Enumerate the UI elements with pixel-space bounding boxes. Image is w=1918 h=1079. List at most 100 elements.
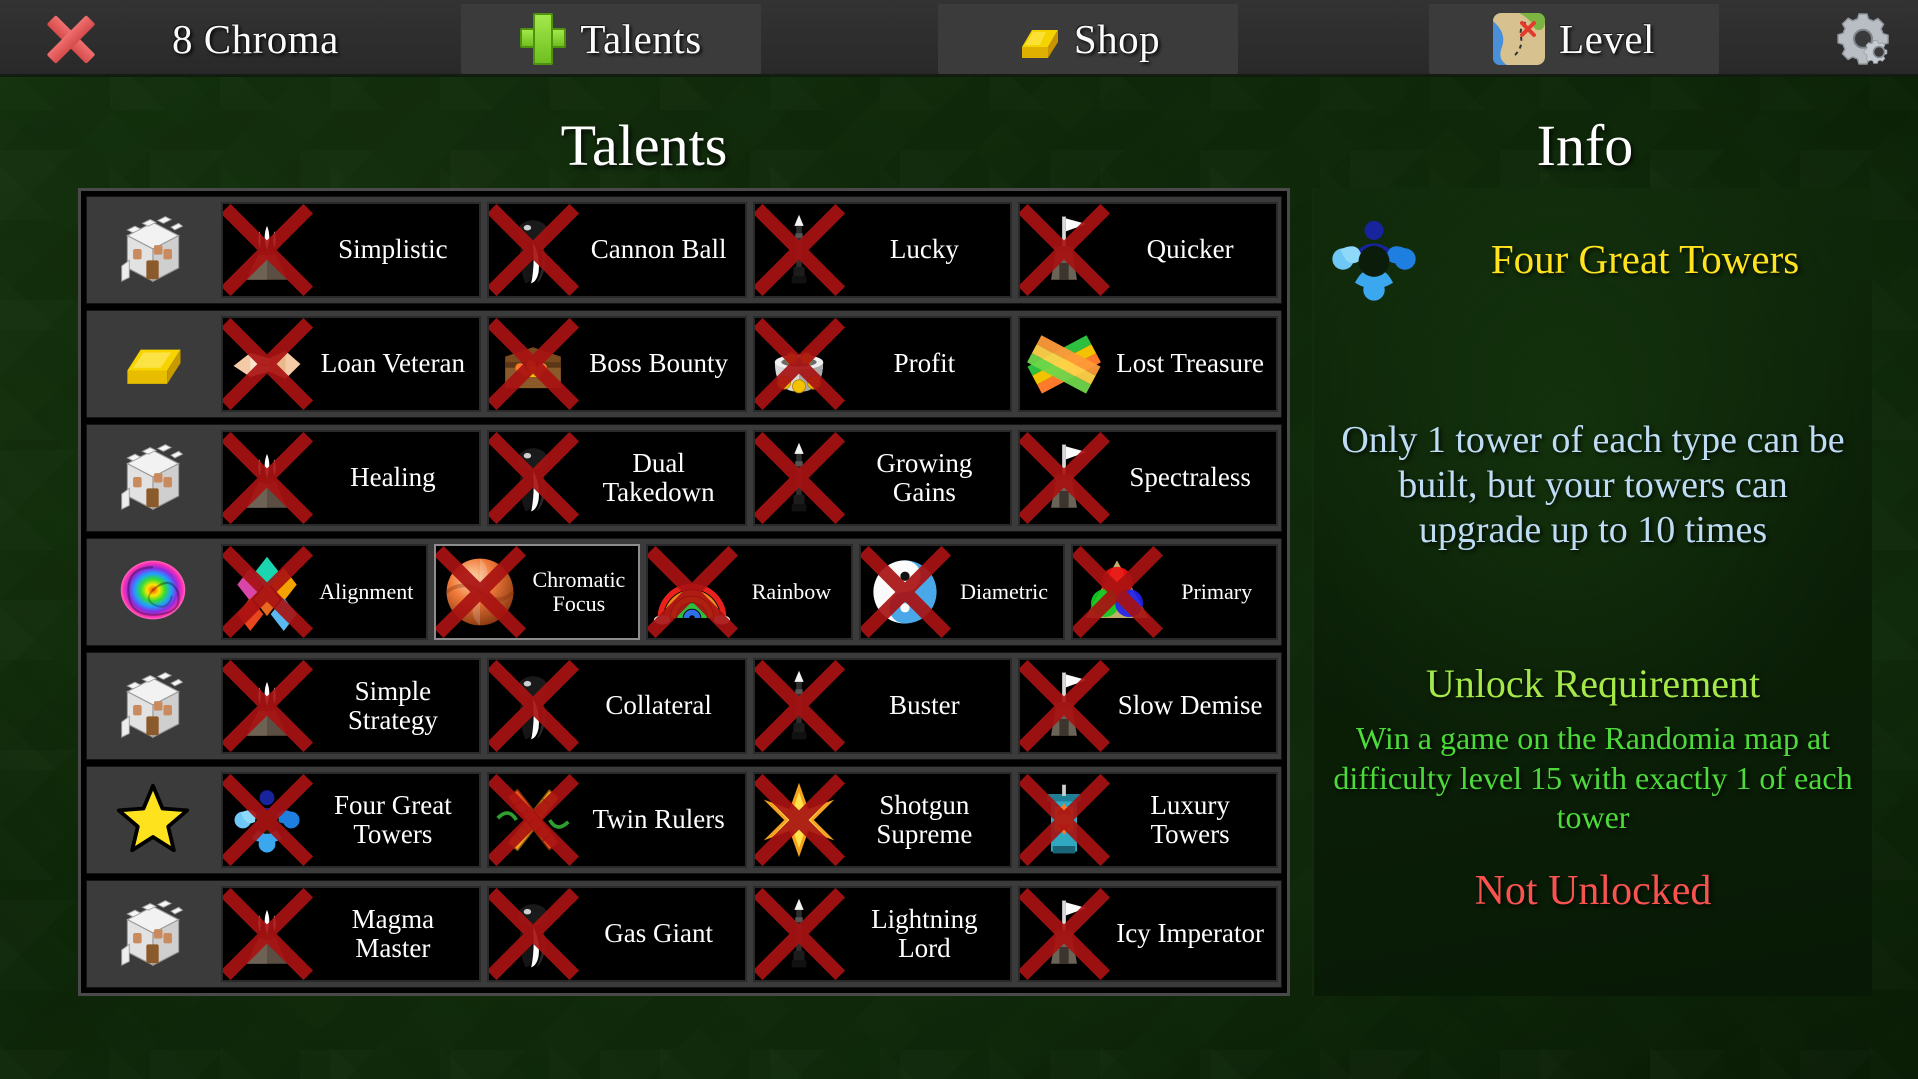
talent-label: Diametric [960, 579, 1049, 605]
talent-label: Cannon Ball [590, 234, 727, 265]
talent-cell[interactable]: Boss Bounty [486, 316, 747, 412]
rgb-circles-icon [1073, 546, 1164, 638]
dart-icon [754, 204, 845, 296]
talent-cell[interactable]: Primary [1071, 544, 1278, 640]
talent-cell[interactable]: Shotgun Supreme [752, 772, 1013, 868]
castle-icon [116, 439, 190, 517]
top-navigation-bar: 8 Chroma Talents Shop Level [0, 0, 1918, 77]
talent-label: Collateral [605, 690, 712, 721]
talent-cell[interactable]: Loan Veteran [221, 316, 481, 412]
talent-cell[interactable]: Lightning Lord [752, 886, 1013, 982]
talent-cell[interactable]: Four Great Towers [221, 772, 481, 868]
talent-label: Gas Giant [604, 918, 713, 949]
talent-cell[interactable]: Growing Gains [752, 430, 1013, 526]
volcano-icon [222, 888, 314, 980]
talent-cell[interactable]: Lucky [752, 202, 1013, 298]
talent-label: Alignment [319, 579, 414, 605]
gear-icon [1834, 8, 1896, 70]
talent-cell[interactable]: Magma Master [221, 886, 481, 982]
talent-cell[interactable]: Twin Rulers [486, 772, 747, 868]
flag-tower-icon [1020, 888, 1111, 980]
talent-label: Slow Demise [1117, 690, 1263, 721]
gold-bar-icon [116, 325, 190, 403]
flag-tower-icon [1020, 204, 1111, 296]
info-panel: Four Great Towers Only 1 tower of each t… [1312, 188, 1872, 996]
talent-cell[interactable]: Buster [752, 658, 1013, 754]
info-unlock-title: Unlock Requirement [1425, 661, 1761, 707]
talent-cell[interactable]: Spectraless [1018, 430, 1278, 526]
talent-row: Loan Veteran Boss Bounty Profit Lost Treasu… [86, 310, 1282, 418]
rainbow-spiral-icon [116, 553, 190, 631]
talent-cell[interactable]: Icy Imperator [1018, 886, 1278, 982]
gold-bar-icon [1016, 14, 1060, 64]
chroma-counter[interactable]: 8 Chroma [120, 4, 350, 74]
talent-grid: Simplistic Cannon Ball Lucky Quicker Loan Ve… [78, 188, 1290, 996]
talent-label: Quicker [1146, 234, 1234, 265]
talent-label: Four Great Towers [334, 789, 452, 849]
talent-label: Spectraless [1129, 462, 1251, 493]
cannonball-icon [488, 432, 579, 524]
talent-cell[interactable]: Diametric [858, 544, 1066, 640]
talent-label: Profit [893, 348, 956, 379]
talent-label: Healing [350, 462, 436, 493]
cannonball-icon [488, 204, 579, 296]
talent-row: Alignment Chromatic Focus Rainbow Diametric… [86, 538, 1282, 646]
talent-cell[interactable]: Rainbow [646, 544, 853, 640]
orange-sphere-icon [435, 546, 526, 638]
talent-cell[interactable]: Cannon Ball [486, 202, 747, 298]
talent-cell[interactable]: Luxury Towers [1018, 772, 1278, 868]
talent-label: Dual Takedown [602, 447, 715, 507]
green-plus-icon [520, 13, 567, 65]
talent-cell[interactable]: Lost Treasure [1018, 316, 1278, 412]
tab-shop-label: Shop [1073, 16, 1161, 62]
tab-shop[interactable]: Shop [938, 4, 1238, 74]
talent-label: Simple Strategy [347, 675, 438, 735]
talent-label: Primary [1181, 579, 1253, 605]
star-icon [116, 781, 190, 859]
talent-cell[interactable]: Profit [752, 316, 1013, 412]
talent-cell[interactable]: Quicker [1018, 202, 1278, 298]
talent-label: Lost Treasure [1116, 348, 1264, 379]
talent-cell[interactable]: Slow Demise [1018, 658, 1278, 754]
talent-row: Magma Master Gas Giant Lightning Lord Icy I… [86, 880, 1282, 988]
tab-level[interactable]: Level [1429, 4, 1719, 74]
row-category [87, 311, 218, 417]
tab-talents[interactable]: Talents [461, 4, 761, 74]
cannonball-icon [488, 888, 579, 980]
luxury-tower-icon [1020, 774, 1111, 866]
volcano-icon [222, 660, 314, 752]
close-x-icon [44, 12, 98, 66]
talent-row: Simplistic Cannon Ball Lucky Quicker [86, 196, 1282, 304]
diamond-cluster-icon [222, 546, 314, 638]
info-unlock-description: Win a game on the Randomia map at diffic… [1333, 720, 1853, 835]
talent-label: Rainbow [751, 579, 832, 605]
close-button[interactable] [28, 4, 114, 74]
flag-tower-icon [1020, 432, 1111, 524]
treasure-map-icon [1493, 13, 1546, 65]
talent-cell[interactable]: Chromatic Focus [433, 544, 641, 640]
settings-button[interactable] [1825, 4, 1905, 74]
talent-label: Chromatic Focus [532, 567, 626, 616]
talent-cell[interactable]: Gas Giant [486, 886, 747, 982]
row-category [87, 539, 218, 645]
talent-cell[interactable]: Dual Takedown [486, 430, 747, 526]
talent-label: Boss Bounty [589, 348, 729, 379]
status-badge: Not Unlocked [1474, 867, 1712, 914]
talent-cell[interactable]: Collateral [486, 658, 747, 754]
talent-cell[interactable]: Alignment [221, 544, 428, 640]
game-screen: 8 Chroma Talents Shop Level Talents Info… [0, 0, 1918, 1079]
talent-label: Twin Rulers [592, 804, 725, 835]
talent-label: Shotgun Supreme [876, 789, 973, 849]
talent-label: Simplistic [338, 234, 448, 265]
four-towers-icon [1324, 209, 1436, 309]
talent-cell[interactable]: Healing [221, 430, 481, 526]
castle-icon [116, 211, 190, 289]
dart-icon [754, 432, 845, 524]
row-category [87, 197, 218, 303]
star-burst-icon [754, 774, 845, 866]
talent-cell[interactable]: Simplistic [221, 202, 481, 298]
handshake-icon [222, 318, 314, 410]
talent-cell[interactable]: Simple Strategy [221, 658, 481, 754]
row-category [87, 653, 218, 759]
talent-label: Icy Imperator [1116, 918, 1264, 949]
